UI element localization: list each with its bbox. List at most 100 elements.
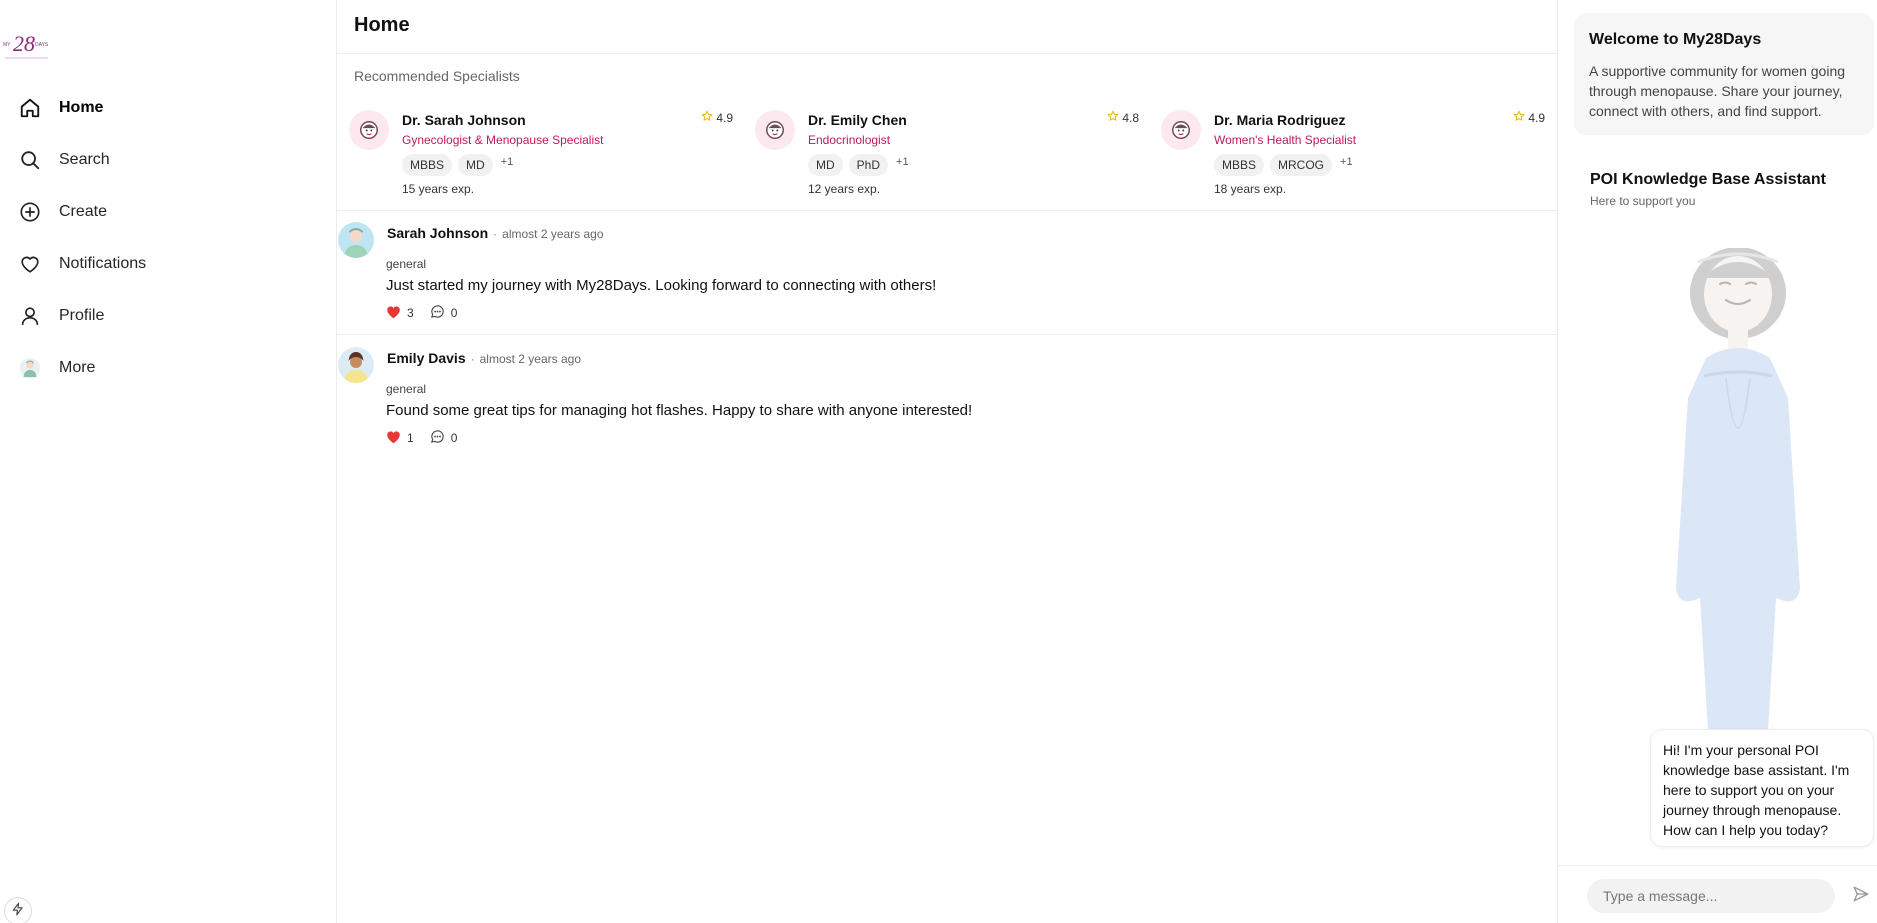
specialist-title: Gynecologist & Menopause Specialist <box>402 133 604 147</box>
post-timestamp: almost 2 years ago <box>502 227 604 241</box>
svg-text:28: 28 <box>13 31 35 56</box>
more-credentials: +1 <box>500 156 514 168</box>
avatar-icon <box>18 356 42 380</box>
assistant-illustration <box>1648 247 1828 730</box>
comment-button[interactable]: 0 <box>430 304 458 322</box>
post-author-name[interactable]: Emily Davis <box>387 350 466 366</box>
divider <box>337 334 1557 335</box>
nav-item-more[interactable]: More <box>18 342 146 394</box>
credential-tag: PhD <box>848 154 889 176</box>
nav-item-create[interactable]: Create <box>18 186 146 238</box>
specialist-rating: 4.8 <box>1107 110 1139 125</box>
credential-tags: MBBS MRCOG +1 <box>1214 154 1353 176</box>
specialist-experience: 12 years exp. <box>808 182 881 196</box>
post-timestamp: almost 2 years ago <box>479 352 581 366</box>
welcome-title: Welcome to My28Days <box>1589 31 1762 48</box>
specialist-avatar <box>349 110 389 150</box>
comment-count: 0 <box>450 306 458 320</box>
plus-circle-icon <box>18 200 42 224</box>
star-icon <box>1513 110 1525 125</box>
specialist-experience: 18 years exp. <box>1214 182 1287 196</box>
search-icon <box>18 148 42 172</box>
send-button[interactable] <box>1851 886 1871 906</box>
nav-label-create: Create <box>59 203 108 220</box>
main-nav: Home Search Create Notifications Profile <box>18 82 146 394</box>
recommended-specialists-heading: Recommended Specialists <box>354 68 520 84</box>
specialist-name: Dr. Emily Chen <box>808 112 907 128</box>
feed-post: Emily Davis · almost 2 years ago general… <box>337 347 1557 457</box>
nav-label-home: Home <box>59 99 104 116</box>
specialist-name: Dr. Sarah Johnson <box>402 112 526 128</box>
assistant-title: POI Knowledge Base Assistant <box>1590 171 1826 188</box>
right-panel: Welcome to My28Days A supportive communi… <box>1557 0 1877 923</box>
post-category: general <box>386 257 427 271</box>
nav-label-search: Search <box>59 151 110 168</box>
rating-value: 4.8 <box>1122 110 1139 125</box>
credential-tag: MD <box>458 154 493 176</box>
heart-filled-icon <box>386 305 401 322</box>
specialist-title: Women's Health Specialist <box>1214 133 1357 147</box>
post-category: general <box>386 382 427 396</box>
more-credentials: +1 <box>896 156 909 168</box>
message-input[interactable] <box>1587 879 1835 913</box>
lightning-icon <box>11 902 25 921</box>
send-icon <box>1852 885 1870 908</box>
post-author-name[interactable]: Sarah Johnson <box>387 225 488 241</box>
credential-tag: MRCOG <box>1270 154 1333 176</box>
like-count: 1 <box>407 431 414 445</box>
home-icon <box>18 96 42 120</box>
specialist-card[interactable]: Dr. Maria Rodriguez Women's Health Speci… <box>1161 110 1551 200</box>
svg-text:MY: MY <box>3 42 11 48</box>
specialist-card[interactable]: Dr. Sarah Johnson Gynecologist & Menopau… <box>349 110 739 200</box>
star-icon <box>1107 110 1119 125</box>
divider <box>337 53 1557 54</box>
credential-tags: MBBS MD +1 <box>402 154 513 176</box>
specialist-avatar <box>755 110 795 150</box>
nav-item-search[interactable]: Search <box>18 134 146 186</box>
like-button[interactable]: 1 <box>386 430 414 447</box>
nav-item-profile[interactable]: Profile <box>18 290 146 342</box>
star-icon <box>701 110 713 125</box>
post-header: Sarah Johnson · almost 2 years ago <box>387 225 604 241</box>
welcome-card: Welcome to My28Days A supportive communi… <box>1574 13 1874 135</box>
svg-text:DAYS: DAYS <box>35 42 49 48</box>
specialist-title: Endocrinologist <box>808 133 891 147</box>
specialist-name: Dr. Maria Rodriguez <box>1214 112 1346 128</box>
post-header: Emily Davis · almost 2 years ago <box>387 350 581 366</box>
separator: · <box>493 227 498 241</box>
nav-item-home[interactable]: Home <box>18 82 146 134</box>
rating-value: 4.9 <box>1528 110 1545 125</box>
specialist-experience: 15 years exp. <box>402 182 475 196</box>
credential-tag: MD <box>808 154 843 176</box>
specialist-card[interactable]: Dr. Emily Chen Endocrinologist 4.8 MD Ph… <box>755 110 1145 200</box>
comment-count: 0 <box>450 431 458 445</box>
nav-label-profile: Profile <box>59 307 105 324</box>
welcome-text: A supportive community for women going t… <box>1589 63 1846 119</box>
specialists-row: Dr. Sarah Johnson Gynecologist & Menopau… <box>349 110 1549 200</box>
post-author-avatar[interactable] <box>338 222 374 258</box>
feed-post: Sarah Johnson · almost 2 years ago gener… <box>337 222 1557 332</box>
brand-logo[interactable]: MY 28 DAYS <box>2 26 50 62</box>
page-title: Home <box>354 14 410 36</box>
post-actions: 1 0 <box>386 429 457 447</box>
assistant-message: Hi! I'm your personal POI knowledge base… <box>1650 729 1874 847</box>
like-button[interactable]: 3 <box>386 305 414 322</box>
nav-item-notifications[interactable]: Notifications <box>18 238 146 290</box>
post-author-avatar[interactable] <box>338 347 374 383</box>
heart-filled-icon <box>386 430 401 447</box>
quick-action-button[interactable] <box>4 897 32 923</box>
rating-value: 4.9 <box>716 110 733 125</box>
separator: · <box>470 352 475 366</box>
assistant-subtitle: Here to support you <box>1590 194 1696 208</box>
comment-button[interactable]: 0 <box>430 429 458 447</box>
credential-tags: MD PhD +1 <box>808 154 909 176</box>
nav-label-notifications: Notifications <box>59 255 147 272</box>
specialist-rating: 4.9 <box>701 110 733 125</box>
specialist-avatar <box>1161 110 1201 150</box>
sidebar: MY 28 DAYS Home Search Create Notificati… <box>0 0 337 923</box>
comment-icon <box>430 429 445 447</box>
specialist-rating: 4.9 <box>1513 110 1545 125</box>
credential-tag: MBBS <box>402 154 453 176</box>
divider <box>337 210 1557 211</box>
credential-tag: MBBS <box>1214 154 1265 176</box>
